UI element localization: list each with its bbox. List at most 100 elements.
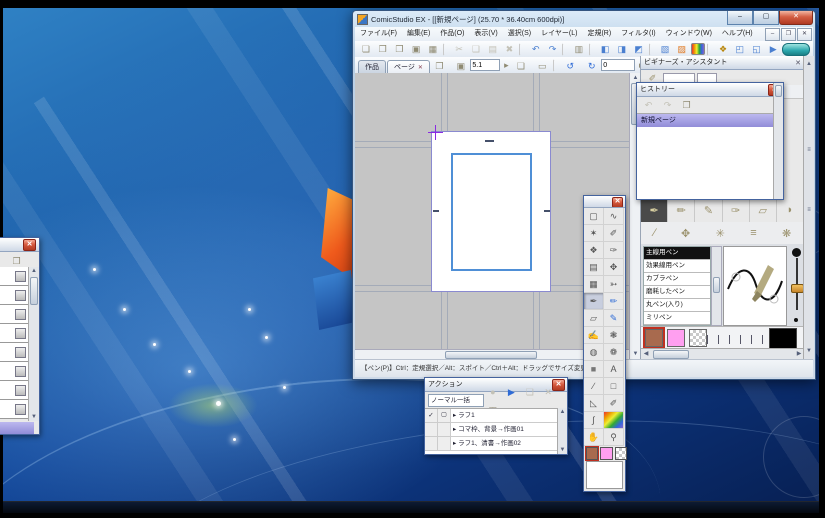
- fill-tool[interactable]: ◍: [584, 344, 604, 361]
- selection-pen-tool[interactable]: ✐: [604, 225, 624, 242]
- print-button[interactable]: ▥: [571, 42, 587, 57]
- materials-scrollbar[interactable]: ▲ ▼: [28, 267, 39, 421]
- cut-button[interactable]: ✂: [451, 42, 467, 57]
- spray-subtool[interactable]: ✳: [716, 227, 725, 240]
- material-row[interactable]: [0, 286, 28, 305]
- scroll-up-icon[interactable]: ▲: [558, 408, 567, 416]
- menu-item[interactable]: 選択(S): [503, 27, 536, 41]
- close-icon[interactable]: ✕: [795, 57, 801, 69]
- action-scrollbar[interactable]: ▲ ▼: [557, 408, 567, 454]
- materials-palette-titlebar[interactable]: ✕: [0, 238, 39, 252]
- delete-action-button[interactable]: ✕: [541, 385, 555, 400]
- marker-tool[interactable]: ✎: [604, 310, 624, 327]
- material-catalog-button[interactable]: ❖: [715, 42, 731, 57]
- main-color-swatch[interactable]: [643, 327, 665, 349]
- material-row[interactable]: [0, 324, 28, 343]
- undo-button[interactable]: ↶: [528, 42, 544, 57]
- action-checkbox[interactable]: ✓: [425, 409, 438, 422]
- rotation-angle-field[interactable]: [601, 59, 636, 71]
- palette-dock-strip[interactable]: ▲ ≡ ≡ ▼: [803, 56, 814, 359]
- preview-button[interactable]: ▶: [765, 42, 781, 57]
- mdi-close-button[interactable]: ✕: [797, 28, 812, 41]
- pencil-tab[interactable]: ✏: [668, 198, 696, 222]
- marker-tab[interactable]: ✎: [695, 198, 723, 222]
- pen-tab[interactable]: ✒: [641, 198, 669, 222]
- eraser-tool[interactable]: ▱: [584, 310, 604, 327]
- quick-access-button[interactable]: [782, 42, 810, 56]
- line-tool[interactable]: ∕: [584, 378, 604, 395]
- minimize-button[interactable]: –: [727, 11, 753, 25]
- story-editor-button[interactable]: ◰: [732, 42, 748, 57]
- layout-button[interactable]: ▧: [657, 42, 673, 57]
- scroll-left-icon[interactable]: ◀: [642, 350, 650, 358]
- tone-tool[interactable]: ■: [584, 361, 604, 378]
- menu-item[interactable]: 表示(V): [469, 27, 502, 41]
- page-list-button[interactable]: ◩: [631, 42, 647, 57]
- eraser-tab[interactable]: ▱: [749, 198, 777, 222]
- new-page-button[interactable]: ❏: [358, 42, 374, 57]
- tab-story[interactable]: 作品: [358, 59, 386, 74]
- dock-collapse-icon[interactable]: ▲: [804, 60, 814, 68]
- menu-item[interactable]: ウィンドウ(W): [661, 27, 717, 41]
- pen-preset-item[interactable]: カブラペン: [644, 273, 710, 286]
- grid-tool[interactable]: ▦: [584, 276, 604, 293]
- toolbar-button[interactable]: [442, 42, 450, 56]
- pattern-brush-tool[interactable]: ❁: [604, 344, 624, 361]
- close-page-tab-icon[interactable]: ✕: [418, 65, 423, 71]
- lines-subtool[interactable]: ≡: [750, 227, 756, 239]
- scroll-thumb[interactable]: [653, 350, 689, 359]
- action-dialog-toggle[interactable]: [438, 437, 451, 450]
- redo-history-button[interactable]: ↷: [659, 98, 676, 113]
- close-icon[interactable]: ✕: [23, 239, 36, 251]
- action-row[interactable]: ▸ ラフ1、清書→作画02: [425, 437, 558, 451]
- rotate-left-button[interactable]: ↺: [562, 59, 579, 74]
- open-button[interactable]: ❒: [392, 42, 408, 57]
- magic-wand-tool[interactable]: ✶: [584, 225, 604, 242]
- scroll-right-icon[interactable]: ▶: [795, 350, 803, 358]
- action-row[interactable]: ✓ ▢ ▸ ラフ1: [425, 409, 558, 423]
- dock-expand-icon[interactable]: ▼: [804, 347, 814, 355]
- menu-item[interactable]: レイヤー(L): [536, 27, 582, 41]
- text-tool[interactable]: A: [604, 361, 624, 378]
- mdi-restore-button[interactable]: ❐: [781, 28, 796, 41]
- tab-page[interactable]: ページ ✕: [387, 59, 430, 74]
- color-mode-button[interactable]: ▦: [690, 43, 705, 55]
- material-row-button[interactable]: [15, 366, 26, 377]
- history-titlebar[interactable]: ヒストリー ✕: [637, 83, 783, 97]
- brush-tool[interactable]: ✍: [584, 327, 604, 344]
- action-checkbox[interactable]: [425, 437, 438, 450]
- pen-preset-item[interactable]: 効果線用ペン: [644, 260, 710, 273]
- material-row[interactable]: [0, 381, 28, 400]
- panel-button[interactable]: ▨: [674, 42, 690, 57]
- scroll-thumb[interactable]: [713, 277, 720, 293]
- material-row-button[interactable]: [15, 385, 26, 396]
- menu-item[interactable]: 定規(R): [582, 27, 616, 41]
- close-icon[interactable]: ✕: [612, 197, 623, 207]
- assistant-titlebar[interactable]: ビギナーズ・アシスタント ✕: [641, 56, 804, 70]
- rotate-right-button[interactable]: ↻: [583, 59, 600, 74]
- ink-tab[interactable]: ◗: [776, 198, 805, 222]
- material-row[interactable]: [0, 362, 28, 381]
- material-row-button[interactable]: [15, 290, 26, 301]
- brush-tab[interactable]: ✑: [722, 198, 750, 222]
- pen-preset-item[interactable]: 磨耗したペン: [644, 286, 710, 299]
- save-small-button[interactable]: ▣: [452, 59, 469, 74]
- material-row[interactable]: [0, 400, 28, 419]
- scroll-up-icon[interactable]: ▲: [29, 267, 39, 275]
- play-action-button[interactable]: ▶: [504, 385, 518, 400]
- menu-item[interactable]: ヘルプ(H): [717, 27, 758, 41]
- action-dialog-toggle[interactable]: ▢: [438, 409, 451, 422]
- toolbar-button[interactable]: [588, 42, 596, 56]
- action-dialog-toggle[interactable]: [438, 423, 451, 436]
- action-label[interactable]: ▸ コマ枠、背景→作画01: [451, 423, 558, 436]
- taskbar[interactable]: [3, 501, 819, 513]
- pen-preset-item[interactable]: 主線用ペン: [644, 247, 710, 260]
- frame-tool[interactable]: ▤: [584, 259, 604, 276]
- ruler-tool[interactable]: ◺: [584, 395, 604, 412]
- new-action-button[interactable]: ❏: [523, 385, 537, 400]
- airbrush-tool[interactable]: ❃: [604, 327, 624, 344]
- page-editor-button[interactable]: ◱: [749, 42, 765, 57]
- material-row-button[interactable]: [15, 347, 26, 358]
- gradation-tool[interactable]: ❂: [604, 412, 624, 429]
- zoom-dropdown-icon[interactable]: ▸: [501, 58, 511, 73]
